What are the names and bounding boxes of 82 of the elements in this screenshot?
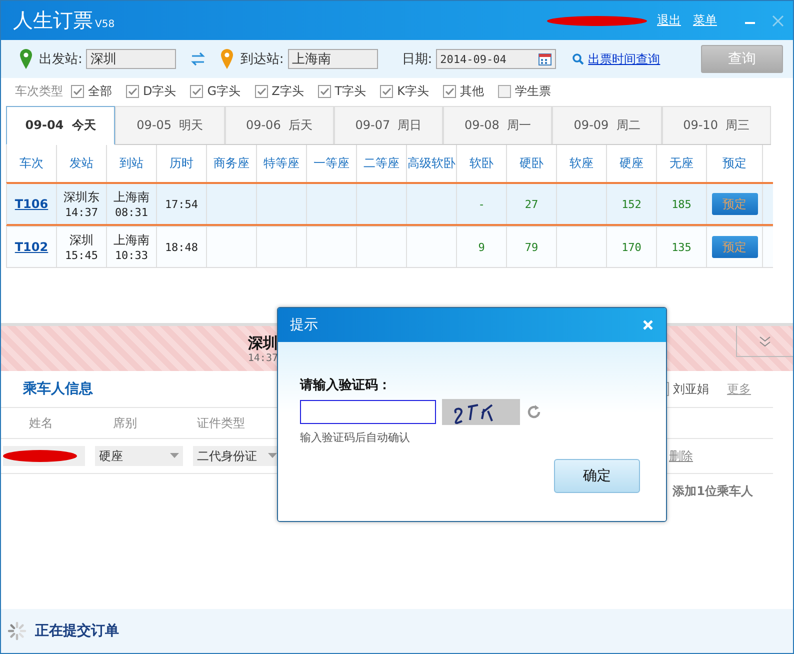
- seat-count: 185: [672, 198, 692, 210]
- seat-count: 79: [524, 240, 538, 254]
- station-text: 上海南: [114, 189, 150, 206]
- checkbox[interactable]: [71, 85, 84, 98]
- duration-text: 18:48: [164, 240, 198, 254]
- date-tab[interactable]: 09-08 周一: [443, 106, 552, 144]
- station-text: 深圳: [70, 232, 94, 249]
- delete-link[interactable]: 删除: [669, 448, 693, 464]
- train-number-link[interactable]: T102: [14, 240, 48, 254]
- checkbox[interactable]: [190, 85, 204, 98]
- depart-time: 14:37: [248, 352, 278, 364]
- seat-count: -: [478, 198, 485, 210]
- checkbox-label: 其他: [460, 83, 484, 100]
- filter-label: 车次类型: [15, 83, 63, 100]
- checkbox[interactable]: [126, 85, 139, 98]
- route-title: 深圳: [248, 334, 278, 352]
- captcha-field[interactable]: [300, 400, 436, 424]
- checkbox[interactable]: [318, 85, 331, 98]
- to-label: 到达站:: [240, 51, 284, 68]
- seat-count: 27: [524, 198, 538, 210]
- station-text: 上海南: [114, 232, 150, 249]
- date-tab[interactable]: 09-06 后天: [224, 106, 334, 144]
- checkbox-label: 全部: [88, 83, 112, 100]
- date-tab[interactable]: 09-05 明天: [115, 106, 225, 144]
- location-pin-icon: [19, 48, 33, 70]
- seat-count: 170: [622, 240, 642, 254]
- checkbox-label: D字头: [143, 83, 176, 100]
- contact-name: 刘亚娟: [673, 380, 709, 398]
- checkbox-label: Z字头: [272, 83, 304, 100]
- schedule-link[interactable]: 出票时间查询: [588, 50, 660, 68]
- checkbox-label: T字头: [334, 83, 366, 100]
- seat-count: 9: [478, 240, 485, 254]
- checkbox-label: 学生票: [515, 83, 552, 100]
- calendar-icon[interactable]: [538, 52, 552, 66]
- checkbox[interactable]: [498, 85, 512, 98]
- section-title: 乘车人信息: [23, 380, 93, 398]
- column-header: 证件类型: [197, 414, 245, 432]
- captcha-prompt: 请输入验证码：: [300, 376, 392, 394]
- caret-icon: [170, 453, 179, 459]
- date-tab[interactable]: 09-07 周日: [334, 106, 444, 144]
- version-label: V58: [95, 19, 115, 30]
- checkbox[interactable]: [443, 85, 456, 98]
- checkbox-label: G字头: [207, 83, 241, 100]
- train-number-link[interactable]: T106: [14, 197, 48, 211]
- from-label: 出发站:: [39, 51, 82, 68]
- checkbox-label: K字头: [397, 83, 430, 100]
- time-text: 10:33: [114, 249, 148, 262]
- column-header: 席别: [113, 414, 137, 432]
- seat-dropdown[interactable]: 硬座: [95, 446, 183, 466]
- date-label: 日期:: [402, 51, 432, 68]
- date-tab[interactable]: 09-04 今天: [6, 106, 116, 145]
- dialog-title: 提示: [290, 316, 318, 334]
- date-tab[interactable]: 09-09 周二: [552, 106, 662, 144]
- checkbox[interactable]: [380, 85, 394, 98]
- swap-icon[interactable]: [190, 52, 206, 66]
- seat-count: 152: [622, 198, 642, 210]
- time-text: 08:31: [114, 206, 148, 219]
- from-station-field[interactable]: 深圳: [86, 49, 176, 69]
- station-text: 深圳东: [64, 189, 100, 206]
- app-title: 人生订票: [13, 7, 93, 34]
- duration-text: 17:54: [164, 198, 198, 210]
- checkbox[interactable]: [254, 85, 268, 98]
- search-icon: [572, 53, 584, 65]
- time-text: 15:45: [64, 249, 98, 262]
- location-pin-icon: [220, 48, 234, 70]
- to-station-field[interactable]: 上海南: [288, 49, 378, 69]
- spinner-icon: [7, 621, 27, 641]
- status-text: 正在提交订单: [35, 622, 119, 640]
- seat-count: 135: [672, 240, 692, 254]
- time-text: 14:37: [64, 206, 98, 219]
- chevron-down-icon: [759, 335, 771, 347]
- date-field[interactable]: 2014-09-04: [436, 49, 556, 69]
- add-passenger-text[interactable]: 添加1位乘车人: [672, 482, 753, 500]
- train-row[interactable]: T106 深圳东 14:37 上海南 08:31 17:54 - 27 152 185 预定: [6, 182, 773, 226]
- caret-icon: [268, 453, 277, 459]
- confirm-button[interactable]: 确定: [554, 459, 640, 493]
- captcha-hint: 输入验证码后自动确认: [300, 430, 411, 445]
- name-field[interactable]: [3, 446, 85, 466]
- column-header: 姓名: [29, 414, 53, 432]
- train-row[interactable]: T102 深圳 15:45 上海南 10:33 18:48 9 79 170 135 预定: [6, 226, 773, 268]
- date-tab[interactable]: 09-10 周三: [662, 106, 771, 144]
- refresh-icon[interactable]: [526, 404, 542, 420]
